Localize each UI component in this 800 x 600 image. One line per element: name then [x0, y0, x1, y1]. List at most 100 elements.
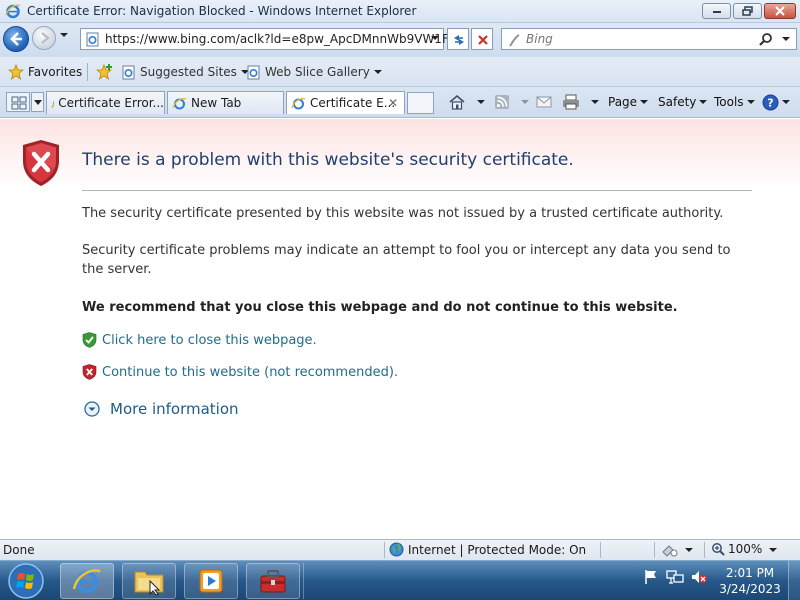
stop-button[interactable] — [471, 28, 493, 50]
quick-tabs-button[interactable] — [6, 92, 30, 112]
restore-button[interactable] — [733, 3, 762, 19]
popup-blocker-icon[interactable] — [660, 542, 680, 558]
page-menu[interactable]: Page — [608, 92, 649, 112]
status-separator — [704, 542, 705, 558]
folder-icon — [134, 571, 164, 595]
recent-pages-dropdown[interactable] — [60, 33, 68, 37]
ie-page-icon — [122, 65, 135, 79]
search-input[interactable] — [526, 31, 756, 47]
chevron-down-icon[interactable] — [685, 548, 693, 552]
address-bar[interactable]: https://www.bing.com/aclk?ld=e8pw_ApcDMn… — [80, 28, 456, 50]
ie-page-icon — [291, 97, 306, 109]
tab-bar: Certificate Error... New Tab Certificate… — [0, 87, 800, 118]
show-desktop-button[interactable] — [788, 561, 800, 600]
taskbar-file-explorer[interactable] — [122, 563, 176, 599]
zoom-level-button[interactable]: 100% — [711, 542, 762, 556]
printer-icon — [563, 94, 579, 110]
safety-menu[interactable]: Safety — [658, 92, 708, 112]
restore-icon — [741, 6, 753, 16]
address-url[interactable]: https://www.bing.com/aclk?ld=e8pw_ApcDMn… — [105, 32, 456, 46]
chevron-down-icon — [521, 100, 529, 104]
taskbar-internet-explorer[interactable] — [60, 563, 114, 599]
print-button[interactable] — [562, 92, 599, 112]
status-separator — [600, 542, 601, 558]
tab-label: New Tab — [191, 96, 242, 110]
more-information-label[interactable]: More information — [110, 400, 239, 418]
tab-certificate-error-active[interactable]: Certificate E... ✕ — [286, 91, 405, 114]
taskbar-media-player[interactable] — [184, 563, 238, 599]
security-error-shield-icon — [23, 140, 59, 186]
close-window-button[interactable] — [764, 3, 796, 19]
safety-menu-label: Safety — [658, 95, 697, 109]
continue-label[interactable]: Continue to this website (not recommende… — [102, 365, 398, 380]
zoom-dropdown[interactable] — [769, 548, 777, 552]
close-tab-icon[interactable]: ✕ — [388, 96, 398, 110]
forward-arrow-icon — [41, 32, 50, 44]
close-icon — [775, 6, 785, 16]
internet-explorer-icon — [5, 4, 21, 19]
taskbar-toolbox-app[interactable] — [246, 563, 300, 599]
forward-button[interactable] — [32, 26, 56, 50]
search-box[interactable] — [501, 28, 797, 50]
start-button[interactable] — [4, 561, 48, 600]
favorites-separator — [87, 63, 88, 81]
volume-muted-icon[interactable] — [690, 569, 708, 585]
web-slice-gallery-link[interactable]: Web Slice Gallery — [246, 63, 382, 81]
action-center-flag-icon[interactable] — [643, 569, 659, 585]
chevron-down-icon — [373, 70, 382, 74]
status-separator — [384, 542, 385, 558]
close-webpage-link[interactable]: Click here to close this webpage. — [82, 332, 317, 348]
tab-label: Certificate E... — [310, 96, 396, 110]
feeds-button[interactable] — [494, 92, 529, 112]
bing-search-icon — [509, 34, 520, 47]
chevron-down-icon — [699, 100, 708, 104]
clock-time: 2:01 PM — [725, 566, 775, 580]
status-text: Done — [3, 543, 35, 557]
address-dropdown[interactable] — [431, 36, 439, 40]
suggested-sites-label: Suggested Sites — [140, 65, 237, 79]
suggested-sites-link[interactable]: Suggested Sites — [121, 63, 249, 81]
read-mail-button[interactable] — [536, 92, 552, 112]
search-provider-dropdown[interactable] — [782, 37, 790, 41]
home-button[interactable] — [448, 92, 485, 112]
refresh-button[interactable] — [447, 28, 469, 50]
tab-label: Certificate Error... — [58, 96, 164, 110]
help-menu[interactable]: ? — [762, 92, 790, 112]
add-to-favorites-bar-icon[interactable] — [96, 63, 114, 81]
favorites-button[interactable]: Favorites — [8, 63, 82, 81]
back-arrow-icon — [10, 32, 22, 46]
network-icon[interactable] — [666, 569, 684, 585]
favorites-label: Favorites — [28, 65, 83, 79]
clock-date: 3/24/2023 — [719, 582, 781, 596]
chevron-down-icon — [477, 100, 485, 104]
back-button[interactable] — [3, 26, 29, 52]
chevron-down-icon — [746, 100, 755, 104]
certificate-issuer-message: The security certificate presented by th… — [82, 206, 724, 221]
tab-new-tab[interactable]: New Tab — [167, 91, 284, 114]
tab-certificate-error-1[interactable]: Certificate Error... — [46, 91, 165, 114]
home-icon — [449, 94, 465, 110]
recommendation-text: We recommend that you close this webpage… — [82, 300, 678, 315]
page-icon — [86, 32, 99, 47]
tools-menu[interactable]: Tools — [714, 92, 755, 112]
system-clock[interactable]: 2:01 PM 3/24/2023 — [718, 565, 782, 597]
new-tab-button[interactable] — [407, 92, 434, 114]
help-icon: ? — [762, 94, 779, 110]
zoom-magnifier-icon — [712, 543, 725, 556]
continue-to-website-link[interactable]: Continue to this website (not recommende… — [82, 364, 398, 380]
rss-feed-icon — [495, 95, 509, 109]
minimize-button[interactable] — [702, 3, 731, 19]
more-information-toggle[interactable]: More information — [84, 400, 239, 418]
expand-chevron-icon — [84, 401, 100, 417]
web-slice-gallery-label: Web Slice Gallery — [265, 65, 370, 79]
navigation-bar: https://www.bing.com/aclk?ld=e8pw_ApcDMn… — [0, 23, 800, 57]
search-go-icon[interactable] — [758, 32, 774, 48]
favorites-bar: Favorites Suggested Sites Web Slice Gall… — [0, 57, 800, 87]
green-shield-check-icon — [82, 332, 97, 348]
security-zone[interactable]: Internet | Protected Mode: On — [389, 542, 586, 557]
globe-icon — [389, 542, 404, 557]
close-webpage-label[interactable]: Click here to close this webpage. — [102, 333, 317, 348]
ie-page-icon — [247, 65, 260, 79]
tab-list-button[interactable] — [31, 92, 44, 112]
minimize-icon — [712, 11, 721, 13]
